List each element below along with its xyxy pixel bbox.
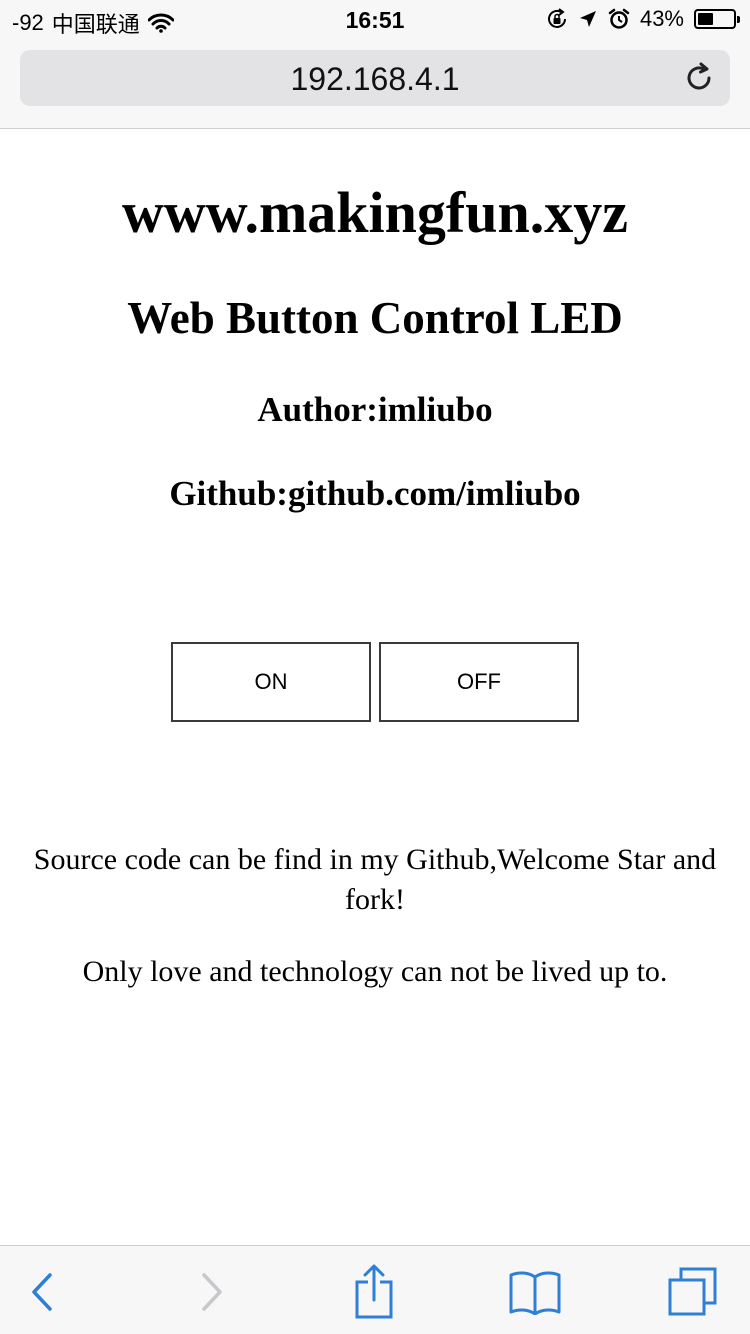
author-line: Author:imliubo — [257, 390, 493, 429]
on-button[interactable]: ON — [171, 642, 371, 722]
location-arrow-icon — [578, 9, 598, 29]
share-icon[interactable] — [346, 1264, 402, 1320]
bottom-toolbar — [0, 1245, 750, 1334]
url-field[interactable]: 192.168.4.1 — [20, 50, 730, 106]
page-title: Web Button Control LED — [127, 293, 623, 343]
site-heading: www.makingfun.xyz — [122, 180, 628, 245]
page-content: www.makingfun.xyz Web Button Control LED… — [0, 129, 750, 1244]
rotation-lock-icon — [546, 8, 568, 30]
browser-screen: -92 中国联通 16:51 43% 192.168.4.1 www.makin… — [0, 0, 750, 1334]
motto-text: Only love and technology can not be live… — [82, 955, 668, 988]
source-code-text: Source code can be find in my Github,Wel… — [33, 843, 717, 916]
reload-icon[interactable] — [684, 62, 716, 94]
address-bar: 192.168.4.1 — [0, 42, 750, 129]
back-icon[interactable] — [15, 1264, 71, 1320]
battery-icon — [694, 9, 740, 29]
off-button[interactable]: OFF — [379, 642, 579, 722]
battery-level — [698, 13, 713, 25]
battery-tip — [737, 16, 740, 23]
status-bar: -92 中国联通 16:51 43% — [0, 0, 750, 42]
bookmarks-icon[interactable] — [507, 1264, 563, 1320]
url-text[interactable]: 192.168.4.1 — [20, 61, 730, 98]
battery-percent: 43% — [639, 6, 684, 31]
alarm-icon — [608, 8, 630, 30]
tabs-icon[interactable] — [665, 1264, 721, 1320]
github-line: Github:github.com/imliubo — [169, 474, 581, 513]
forward-icon[interactable] — [183, 1264, 239, 1320]
status-right: 43% — [546, 6, 740, 32]
